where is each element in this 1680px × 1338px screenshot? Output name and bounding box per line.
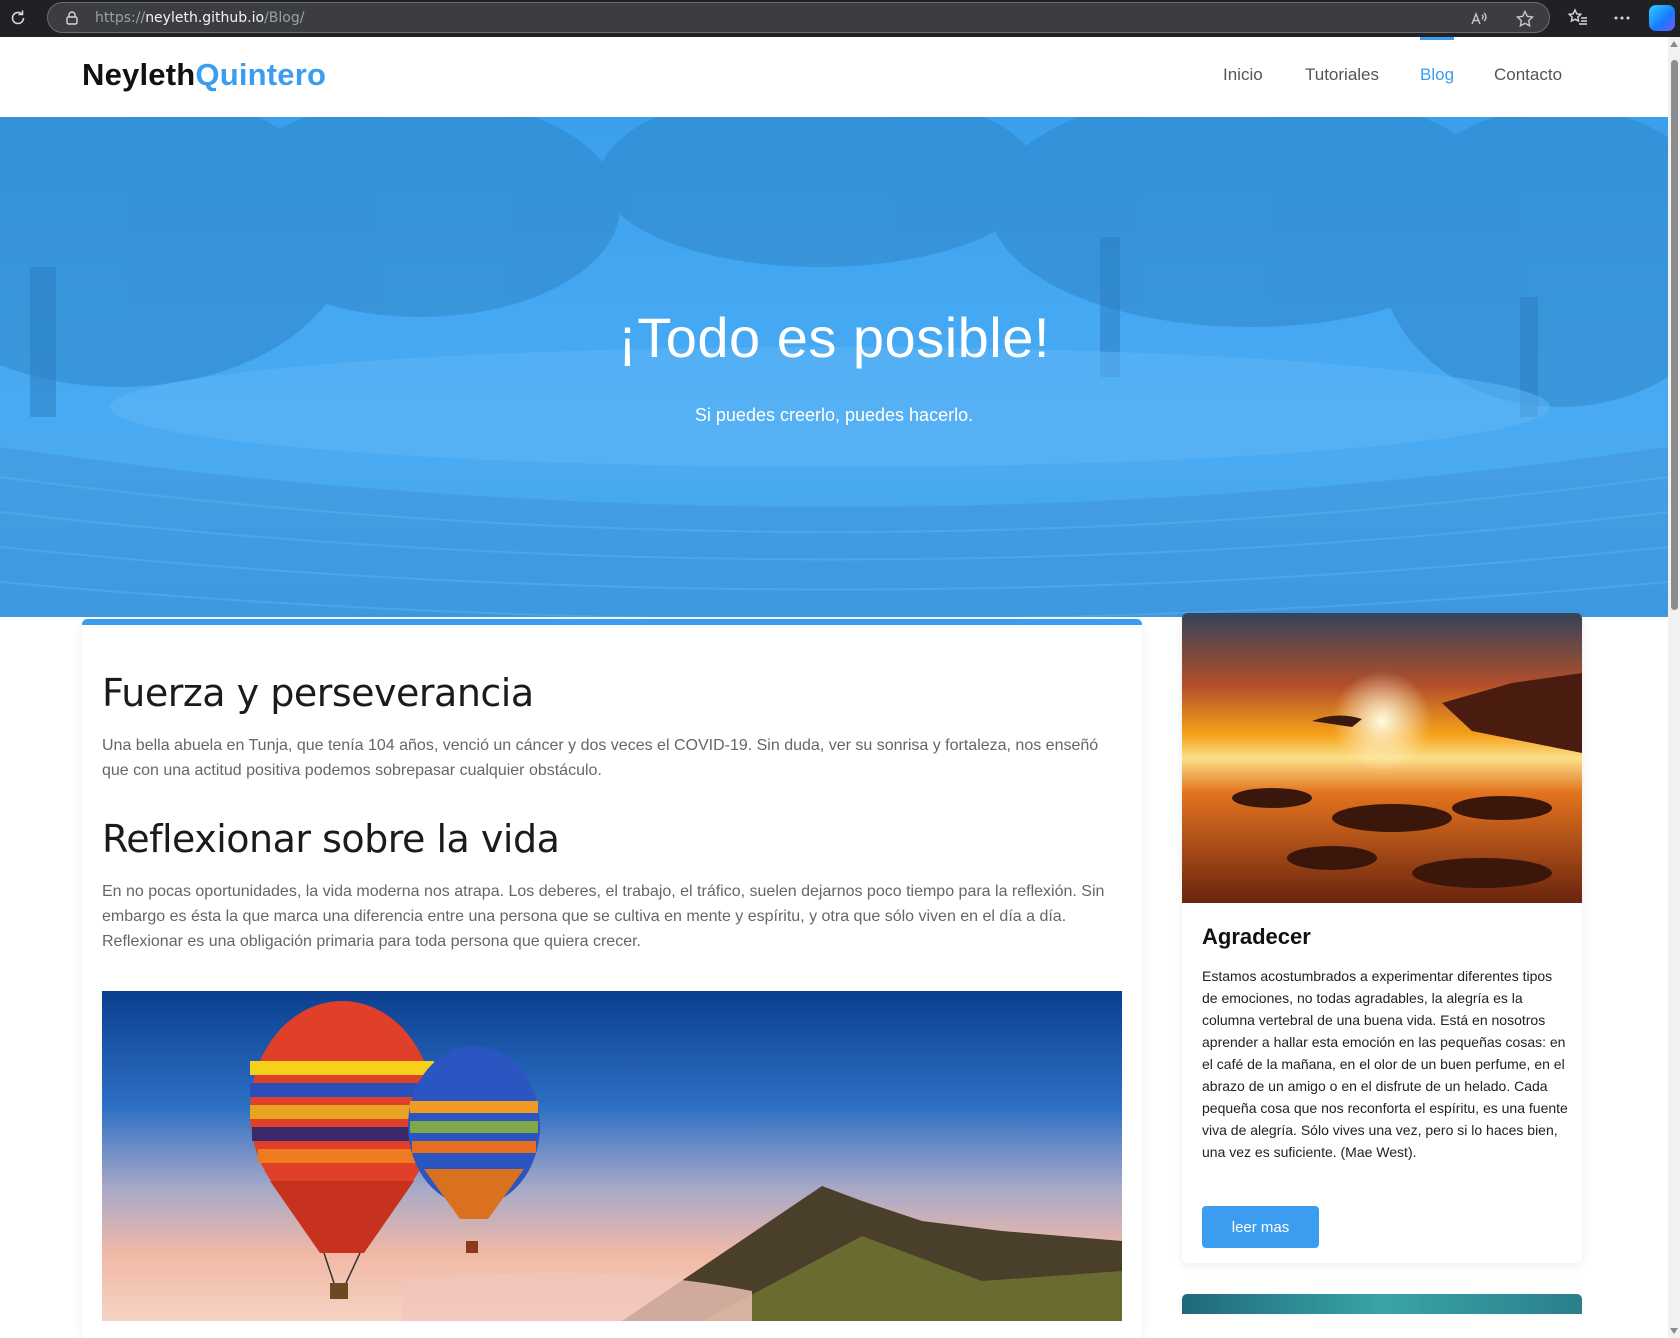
lock-icon[interactable] xyxy=(64,10,80,26)
brand-first-name: Neyleth xyxy=(82,57,196,92)
nav-blog[interactable]: Blog xyxy=(1420,65,1454,85)
sidebar-card: Agradecer Estamos acostumbrados a experi… xyxy=(1182,613,1582,1263)
nav-tutoriales[interactable]: Tutoriales xyxy=(1305,65,1379,85)
url-text[interactable]: https://neyleth.github.io/Blog/ xyxy=(95,10,304,26)
brand-logo[interactable]: NeylethQuintero xyxy=(82,57,326,93)
nav-active-indicator xyxy=(1420,37,1454,40)
page-scrollbar[interactable] xyxy=(1668,37,1680,1338)
url-path: /Blog/ xyxy=(264,10,305,26)
url-scheme: https:// xyxy=(95,10,146,26)
favorite-star-icon[interactable] xyxy=(1515,9,1535,29)
scroll-down-icon[interactable] xyxy=(1670,1328,1678,1334)
article-card: Fuerza y perseverancia Una bella abuela … xyxy=(82,619,1142,1338)
nav-contacto[interactable]: Contacto xyxy=(1494,65,1562,85)
navbar: NeylethQuintero Inicio Tutoriales Blog C… xyxy=(0,37,1668,117)
hero-title: ¡Todo es posible! xyxy=(618,306,1050,369)
more-options-icon[interactable] xyxy=(1611,7,1633,29)
read-more-button[interactable]: leer mas xyxy=(1202,1206,1319,1248)
section-text-fuerza: Una bella abuela en Tunja, que tenía 104… xyxy=(102,737,1099,779)
next-sidebar-card xyxy=(1182,1294,1582,1314)
hot-air-balloons-image xyxy=(102,991,1122,1321)
nav-inicio[interactable]: Inicio xyxy=(1223,65,1263,85)
hero-banner: ¡Todo es posible! Si puedes creerlo, pue… xyxy=(0,117,1668,617)
section-heading-reflexionar: Reflexionar sobre la vida xyxy=(102,817,560,861)
browser-toolbar: https://neyleth.github.io/Blog/ xyxy=(0,0,1680,37)
scrollbar-thumb[interactable] xyxy=(1671,60,1678,610)
brand-last-name: Quintero xyxy=(195,57,327,92)
card-body: Estamos acostumbrados a experimentar dif… xyxy=(1202,968,1568,1160)
section-heading-fuerza: Fuerza y perseverancia xyxy=(102,671,534,715)
scroll-up-icon[interactable] xyxy=(1670,41,1678,47)
section-text-reflexionar: En no pocas oportunidades, la vida moder… xyxy=(102,883,1105,950)
read-aloud-icon[interactable] xyxy=(1469,9,1489,29)
reload-icon[interactable] xyxy=(8,8,28,28)
page-viewport: NeylethQuintero Inicio Tutoriales Blog C… xyxy=(0,37,1668,1338)
beach-sunset-image xyxy=(1182,613,1582,903)
card-title: Agradecer xyxy=(1202,924,1311,949)
hero-subtitle: Si puedes creerlo, puedes hacerlo. xyxy=(694,405,974,425)
favorites-icon[interactable] xyxy=(1567,7,1589,29)
copilot-icon[interactable] xyxy=(1649,5,1675,31)
url-host: neyleth.github.io xyxy=(145,10,265,26)
address-bar[interactable]: https://neyleth.github.io/Blog/ xyxy=(47,2,1550,33)
